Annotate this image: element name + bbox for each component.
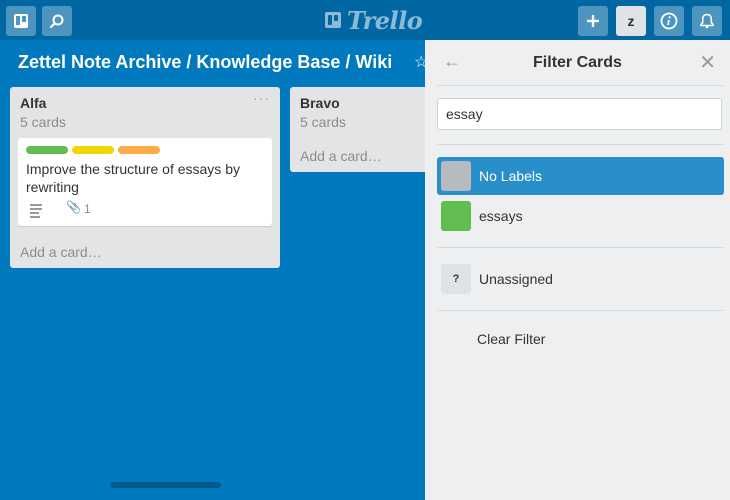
trello-logo-icon [325,12,341,28]
notifications-button[interactable] [692,6,722,36]
card-label-green [26,146,68,154]
filter-option-label: No Labels [479,168,543,184]
filter-search-input[interactable] [437,98,722,130]
add-button[interactable] [578,6,608,36]
logo-text: Trello [347,5,423,35]
boards-icon [14,14,28,28]
clear-filter-link[interactable]: Clear Filter [477,331,545,347]
attachment-count: 1 [84,202,91,216]
card-title: Improve the structure of essays by rewri… [26,161,240,195]
unassigned-avatar: ? [441,264,471,294]
list-alfa: Alfa 5 cards ··· Improve the structure o… [10,87,280,268]
divider [437,144,724,145]
card-label-yellow [72,146,114,154]
divider [437,310,724,311]
filter-panel: ← Filter Cards ✕ No Labels essays ? Unas… [425,40,730,500]
search-button[interactable] [42,6,72,36]
list-name[interactable]: Bravo [300,95,340,111]
list-card-count: 5 cards [300,114,346,130]
list-menu-button[interactable]: ··· [253,90,270,106]
search-icon [49,14,64,29]
divider [437,85,724,86]
attachment-icon: 📎 [66,200,81,214]
trello-logo[interactable]: Trello [325,5,423,35]
header-bar: Trello z [0,0,730,40]
add-card-link[interactable]: Add a card… [20,244,102,260]
filter-option-unassigned[interactable]: ? Unassigned [437,260,724,298]
board-horizontal-scrollbar[interactable] [110,482,221,488]
close-icon[interactable]: ✕ [699,50,716,75]
plus-icon [587,15,599,27]
boards-button[interactable] [6,6,36,36]
info-icon [660,12,678,30]
member-initial: z [627,13,635,29]
label-swatch [441,161,471,191]
list-name[interactable]: Alfa [20,95,46,111]
description-icon [30,204,42,220]
info-button[interactable] [654,6,684,36]
list-card-count: 5 cards [20,114,66,130]
filter-option-no-labels[interactable]: No Labels [437,157,724,195]
label-swatch [441,201,471,231]
add-card-link[interactable]: Add a card… [300,148,382,164]
panel-title: Filter Cards [533,54,622,71]
card[interactable]: Improve the structure of essays by rewri… [18,138,272,226]
bell-icon [700,13,714,29]
divider [437,247,724,248]
member-avatar[interactable]: z [616,6,646,36]
filter-option-essays[interactable]: essays [437,197,724,235]
board-title[interactable]: Zettel Note Archive / Knowledge Base / W… [18,52,392,73]
card-label-orange [118,146,160,154]
filter-option-label: Unassigned [479,271,553,287]
filter-option-label: essays [479,208,523,224]
